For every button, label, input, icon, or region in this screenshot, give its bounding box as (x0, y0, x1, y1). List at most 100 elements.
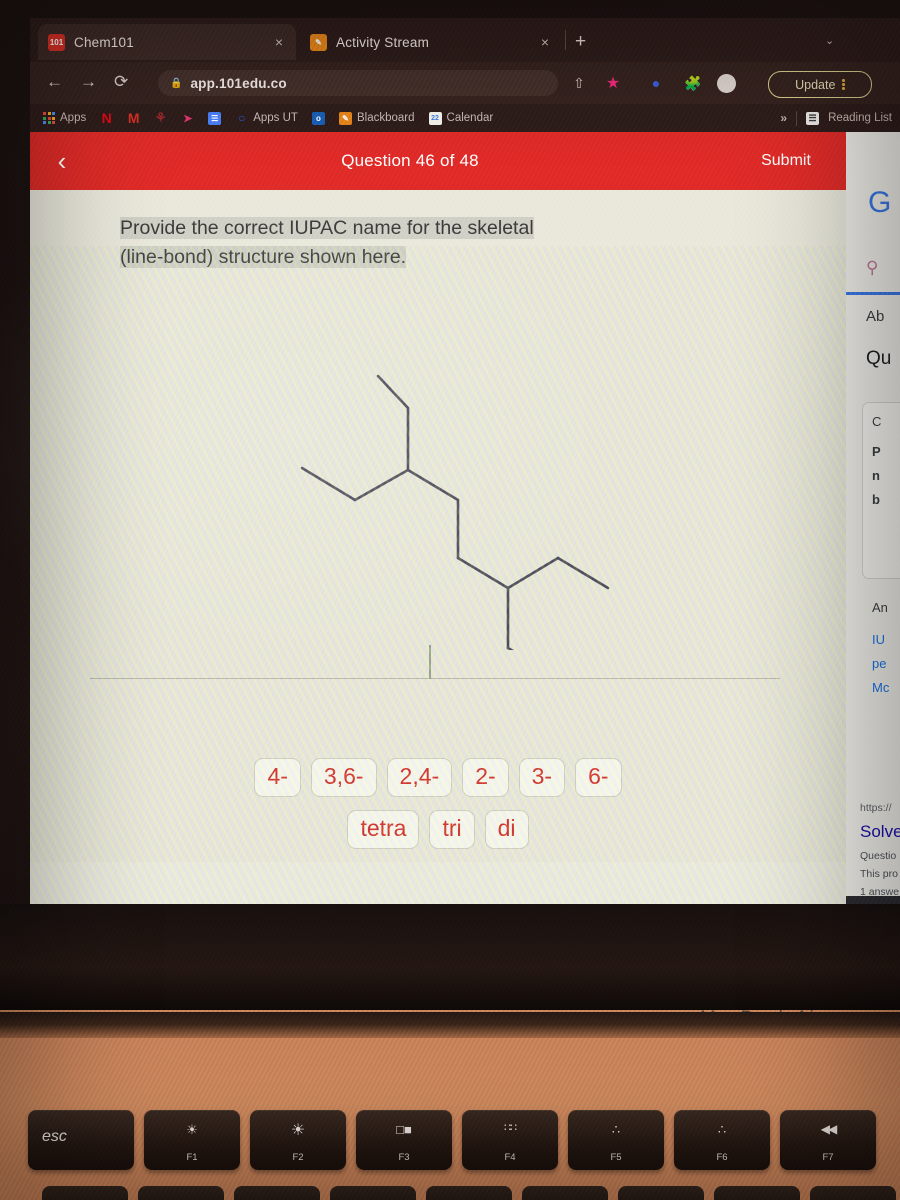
result-title[interactable]: Solve (860, 822, 900, 842)
back-chevron-icon[interactable]: ‹ (30, 148, 94, 174)
background-browser-window[interactable]: G ⚲ Ab Qu C P n b An IU pe Mc https:// S… (846, 132, 900, 922)
esc-key[interactable]: esc (28, 1110, 134, 1170)
address-bar[interactable]: 🔒 app.101edu.co (158, 70, 558, 96)
brightness-down-icon: ☀ (186, 1122, 198, 1137)
card-line: n (872, 468, 880, 483)
token-chip[interactable]: 3- (518, 758, 566, 798)
bookmark-blackboard[interactable]: ✎ Blackboard (334, 107, 420, 129)
laptop-hinge (0, 1012, 900, 1040)
keyboard-key[interactable] (426, 1186, 512, 1200)
keyboard-key[interactable] (810, 1186, 896, 1200)
skeletal-structure-diagram (300, 374, 610, 650)
profile-avatar-icon[interactable] (715, 72, 737, 94)
keyboard-key[interactable] (522, 1186, 608, 1200)
submit-button[interactable]: Submit (726, 152, 846, 170)
token-chip[interactable]: 3,6- (310, 758, 377, 798)
browser-toolbar: ← → ⟳ 🔒 app.101edu.co ⇧ ★ ● 🧩 Update (30, 62, 900, 104)
chevron-down-icon[interactable]: ⌄ (825, 34, 834, 47)
f7-rewind-key[interactable]: ◀◀ F7 (780, 1110, 876, 1170)
bookmark-star-icon[interactable]: ★ (602, 72, 624, 94)
close-icon[interactable]: × (538, 35, 552, 49)
f3-mission-control-key[interactable]: □■ F3 (356, 1110, 452, 1170)
bookmark-label: Apps (60, 112, 87, 124)
bookmarks-overflow-icon[interactable]: » (780, 111, 787, 125)
reading-list-label[interactable]: Reading List (828, 112, 892, 124)
close-icon[interactable]: × (272, 35, 286, 49)
card-line: C (872, 414, 882, 429)
share-icon[interactable]: ⇧ (568, 72, 590, 94)
pink-arrow-icon: ➤ (183, 112, 193, 125)
esc-key-label: esc (42, 1128, 67, 1145)
bookmark-label: Calendar (446, 112, 494, 124)
extensions-puzzle-icon[interactable]: 🧩 (682, 72, 704, 94)
keyboard-key[interactable] (138, 1186, 224, 1200)
token-chip[interactable]: tri (429, 810, 475, 850)
card-line: b (872, 492, 880, 507)
tab-chem101[interactable]: 101 Chem101 × (38, 24, 296, 60)
question-prompt: Provide the correct IUPAC name for the s… (120, 214, 720, 272)
tab-activity-stream[interactable]: ✎ Activity Stream × (300, 24, 562, 60)
bookmark-calendar[interactable]: 22 Calendar (424, 107, 499, 129)
reload-button[interactable]: ⟳ (114, 73, 128, 90)
token-row-1: 4- 3,6- 2,4- 2- 3- 6- (30, 758, 846, 798)
token-chip[interactable]: 6- (575, 758, 622, 798)
update-button[interactable]: Update (768, 71, 872, 98)
rewind-icon: ◀◀ (820, 1122, 837, 1136)
f2-brightness-up-key[interactable]: ☀ F2 (250, 1110, 346, 1170)
f4-launchpad-key[interactable]: ∷∷ F4 (462, 1110, 558, 1170)
question-counter: Question 46 of 48 (341, 151, 479, 170)
number-key-row (42, 1186, 900, 1200)
keyboard-key[interactable] (714, 1186, 800, 1200)
back-button[interactable]: ← (46, 73, 63, 90)
bookmark-apps-ut[interactable]: ○ Apps UT (230, 107, 303, 129)
token-chip[interactable]: di (484, 810, 529, 850)
bookmark-outlook[interactable]: o (307, 107, 330, 129)
keyboard-key[interactable] (234, 1186, 320, 1200)
function-key-row: esc ☀ F1 ☀ F2 □■ F3 ∷∷ F4 ∴ F5 ∴ F6 ◀◀ F… (28, 1110, 900, 1184)
nav-text-about[interactable]: Ab (866, 308, 884, 325)
bookmarks-bar: Apps N M ⚘ ➤ ☰ ○ Apps UT o ✎ Blackboard … (30, 104, 900, 132)
kebab-menu-icon[interactable] (842, 79, 845, 90)
f1-brightness-down-key[interactable]: ☀ F1 (144, 1110, 240, 1170)
token-chip[interactable]: 2,4- (386, 758, 453, 798)
f6-keyboard-light-up-key[interactable]: ∴ F6 (674, 1110, 770, 1170)
f5-keyboard-light-down-key[interactable]: ∴ F5 (568, 1110, 664, 1170)
laptop-photo: 101 Chem101 × ✎ Activity Stream × + ⌄ ← … (0, 0, 900, 1200)
new-tab-button[interactable]: + (575, 32, 586, 51)
calendar-icon: 22 (428, 111, 442, 125)
tab-title: Chem101 (74, 34, 134, 50)
google-logo: G (868, 186, 892, 219)
key-label: F6 (716, 1152, 728, 1163)
url-text: app.101edu.co (190, 75, 287, 91)
card-line: Mc (872, 680, 890, 695)
card-line: IU (872, 632, 885, 647)
web-page-content: ‹ Question 46 of 48 Submit Provide the c… (30, 132, 900, 922)
token-chip[interactable]: 2- (462, 758, 509, 798)
blue-circle-icon[interactable]: ● (645, 72, 667, 94)
launchpad-icon: ∷∷ (504, 1122, 517, 1134)
bookmark-gmail[interactable]: M (122, 107, 145, 129)
key-label: F3 (398, 1152, 410, 1163)
bookmark-apps[interactable]: Apps (38, 107, 91, 129)
bookmark-ut[interactable]: ⚘ (149, 107, 172, 129)
blue-ring-icon: ○ (238, 111, 246, 125)
bookmark-netflix[interactable]: N (95, 107, 118, 129)
card-line: pe (872, 656, 887, 671)
token-chip[interactable]: tetra (347, 810, 420, 850)
browser-window: 101 Chem101 × ✎ Activity Stream × + ⌄ ← … (30, 18, 900, 970)
token-chip[interactable]: 4- (254, 758, 301, 798)
keyboard-key[interactable] (330, 1186, 416, 1200)
bookmark-arrow[interactable]: ➤ (176, 107, 199, 129)
keyboard-key[interactable] (618, 1186, 704, 1200)
forward-button[interactable]: → (80, 73, 97, 90)
blue-doc-icon: ☰ (208, 111, 222, 125)
bookmark-doc[interactable]: ☰ (203, 107, 226, 129)
answer-token-chips: 4- 3,6- 2,4- 2- 3- 6- tetra tri di hept (30, 758, 846, 862)
key-label: F7 (822, 1152, 834, 1163)
bookmark-label: Blackboard (356, 112, 415, 124)
tab-title: Activity Stream (336, 34, 430, 50)
nav-text-question: Qu (866, 348, 892, 369)
keyboard-key[interactable] (42, 1186, 128, 1200)
search-icon[interactable]: ⚲ (866, 258, 878, 278)
answer-input-line[interactable] (90, 678, 780, 679)
